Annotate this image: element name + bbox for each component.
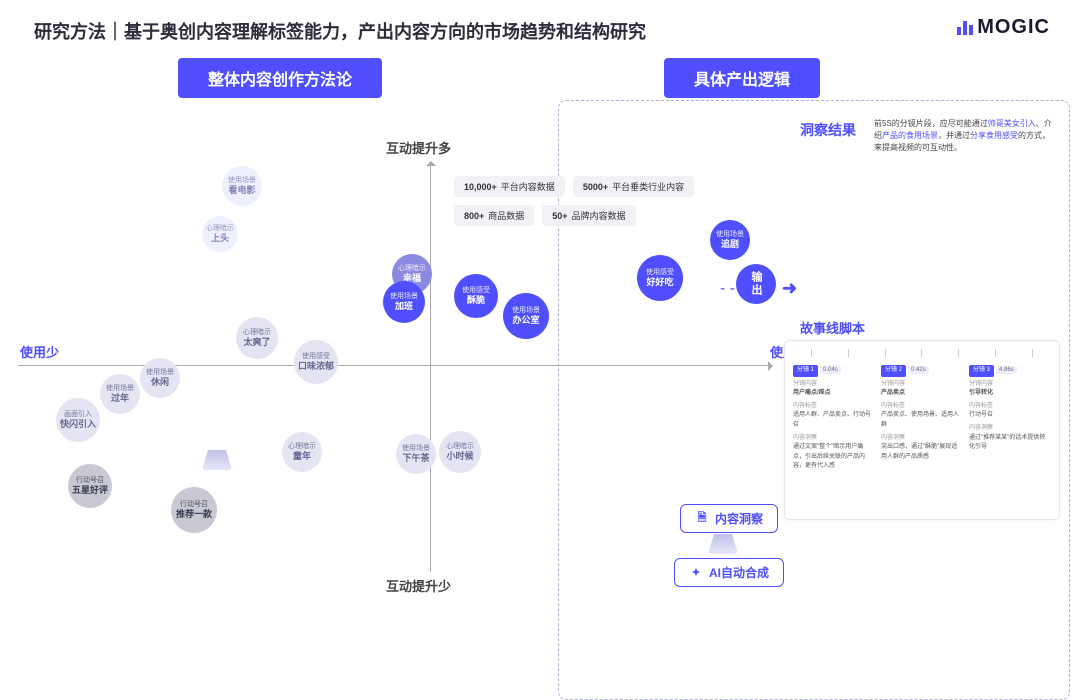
dashed-arrow-icon: - - <box>720 280 735 298</box>
data-chip: 10,000+平台内容数据 <box>454 176 565 197</box>
storyboard-column: 分镜 10.04s分镜内容用户痛点/痒点内容标签适用人群、产品卖点、行动号召内容… <box>793 365 875 472</box>
bubble-休闲: 使用场景休闲 <box>140 358 180 398</box>
axis-label-left: 使用少 <box>20 342 59 361</box>
bubble-过年: 使用场景过年 <box>100 374 140 414</box>
axis-label-bottom: 互动提升少 <box>386 576 451 595</box>
storyboard-column: 分镜 34.86s分镜内容引导转化内容标签行动号召内容洞察通过"推荐某某"的话术… <box>969 365 1051 472</box>
bubble-看电影: 使用场景看电影 <box>222 166 262 206</box>
storyboard-title: 故事线脚本 <box>800 318 865 337</box>
data-chip: 800+商品数据 <box>454 205 534 226</box>
section-header-output-logic: 具体产出逻辑 <box>664 58 820 98</box>
sparkle-icon: ✦ <box>689 566 703 580</box>
axis-label-top: 互动提升多 <box>386 138 451 157</box>
pill-content-insight[interactable]: 🗎 内容洞察 <box>680 504 778 533</box>
bubble-小时候: 心理暗示小时候 <box>439 431 481 473</box>
bubble-酥脆: 使用感受酥脆 <box>454 274 498 318</box>
bubble-追剧: 使用场景追剧 <box>710 220 750 260</box>
arrow-right-icon: ➜ <box>782 278 797 299</box>
bubble-推荐一款: 行动号召推荐一款 <box>171 487 217 533</box>
output-node: 输出 <box>736 264 776 304</box>
data-chip: 5000+平台垂类行业内容 <box>573 176 694 197</box>
storyboard-column: 分镜 20.42s分镜内容产品卖点内容标签产品卖点、使用场景、适用人群内容洞察突… <box>881 365 963 472</box>
bubble-口味浓郁: 使用感受口味浓郁 <box>294 340 338 384</box>
bubble-下午茶: 使用场景下午茶 <box>396 434 436 474</box>
bubble-上头: 心理暗示上头 <box>202 216 238 252</box>
storyboard-panel: 分镜 10.04s分镜内容用户痛点/痒点内容标签适用人群、产品卖点、行动号召内容… <box>784 340 1060 520</box>
data-chip: 50+品牌内容数据 <box>542 205 635 226</box>
brand-logo: MOGIC <box>957 16 1050 39</box>
bubble-童年: 心理暗示童年 <box>282 432 322 472</box>
clipboard-icon: 🗎 <box>695 512 709 526</box>
insight-result-title: 洞察结果 <box>800 120 856 140</box>
section-header-methodology: 整体内容创作方法论 <box>178 58 382 98</box>
bubble-快闪引入: 画面引入快闪引入 <box>56 398 100 442</box>
bubble-太爽了: 心理暗示太爽了 <box>236 317 278 359</box>
logo-bars-icon <box>957 21 973 35</box>
pill-ai-autogen[interactable]: ✦ AI自动合成 <box>674 558 784 587</box>
bubble-办公室: 使用场景办公室 <box>503 293 549 339</box>
bubble-好好吃: 使用感受好好吃 <box>637 255 683 301</box>
flow-cone-icon <box>202 450 232 470</box>
page-title: 研究方法｜基于奥创内容理解标签能力，产出内容方向的市场趋势和结构研究 <box>34 18 646 44</box>
axis-vertical <box>430 162 431 572</box>
bubble-加班: 使用场景加班 <box>383 281 425 323</box>
insight-result-desc: 前5S的分镜片段，应尽可能通过帅哥美女引入、介绍产品的食用场景，并通过分享食用感… <box>874 118 1054 154</box>
data-source-chips: 10,000+平台内容数据 5000+平台垂类行业内容 800+商品数据 50+品牌内… <box>454 176 694 226</box>
axis-horizontal <box>18 365 772 366</box>
bubble-五星好评: 行动号召五星好评 <box>68 464 112 508</box>
logo-text: MOGIC <box>977 16 1050 39</box>
